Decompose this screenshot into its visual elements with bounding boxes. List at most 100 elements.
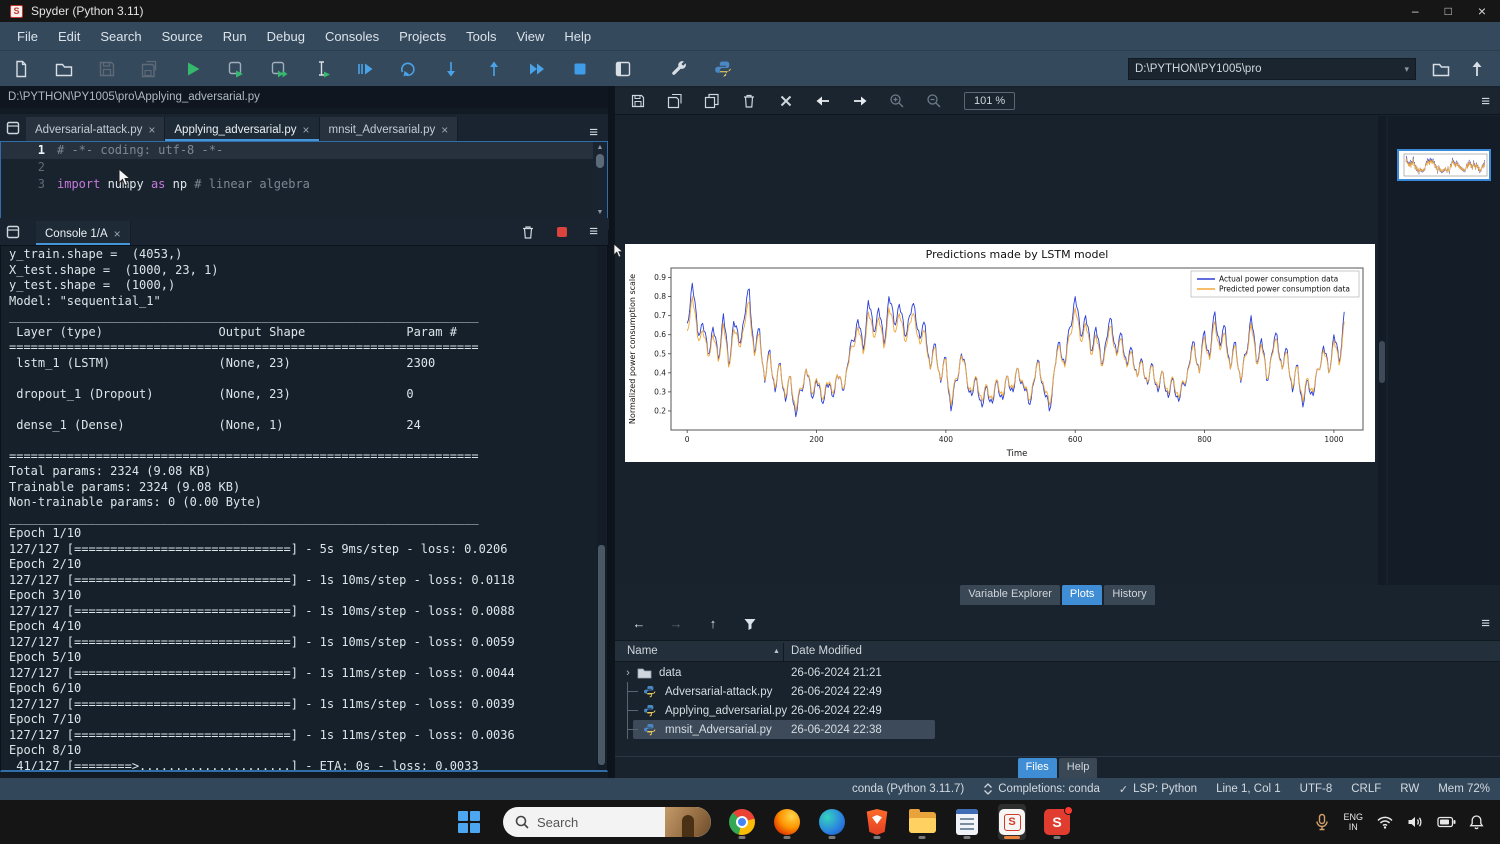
save-icon[interactable] (96, 58, 118, 80)
remove-all-plots-icon[interactable] (775, 91, 797, 111)
plot-thumbnail-selected[interactable] (1397, 149, 1491, 181)
menu-item-search[interactable]: Search (91, 25, 150, 48)
save-all-icon[interactable] (139, 58, 161, 80)
taskbar-app-red-s[interactable]: S (1043, 804, 1071, 840)
battery-icon[interactable] (1437, 816, 1456, 828)
menu-item-run[interactable]: Run (214, 25, 256, 48)
run-cell-icon[interactable] (225, 58, 247, 80)
expand-folder-icon[interactable]: › (621, 667, 635, 679)
files-back-icon[interactable]: ← (629, 614, 649, 634)
zoom-in-icon[interactable] (886, 91, 908, 111)
plots-scroll-thumb[interactable] (1379, 341, 1385, 383)
plots-scrollbar[interactable] (1378, 116, 1386, 585)
file-row-mnsit-adversarial-py[interactable]: mnsit_Adversarial.py26-06-2024 22:38 (615, 720, 1500, 739)
tab-files[interactable]: Files (1018, 758, 1057, 778)
tab-variable-explorer[interactable]: Variable Explorer (960, 585, 1060, 605)
tab-plots[interactable]: Plots (1062, 585, 1102, 605)
rerun-cell-icon[interactable] (354, 58, 376, 80)
console-vscroll-thumb[interactable] (598, 545, 605, 765)
taskbar-app-edge[interactable] (818, 804, 846, 840)
stop-debug-icon[interactable] (569, 58, 591, 80)
file-row-adversarial-attack-py[interactable]: Adversarial-attack.py26-06-2024 22:49 (615, 682, 1500, 701)
menu-item-source[interactable]: Source (153, 25, 212, 48)
close-console-icon[interactable]: × (114, 227, 121, 241)
taskbar-app-brave[interactable] (863, 804, 891, 840)
sort-ascending-icon[interactable]: ▲ (773, 648, 780, 655)
close-tab-icon[interactable]: × (441, 123, 448, 137)
close-tab-icon[interactable]: × (303, 123, 310, 137)
editor-line-2[interactable]: 2 (1, 159, 593, 176)
language-indicator[interactable]: ENG IN (1343, 812, 1363, 832)
files-column-date-modified[interactable]: Date Modified (791, 645, 862, 657)
step-out-icon[interactable] (483, 58, 505, 80)
browse-consoles-icon[interactable] (0, 218, 26, 245)
editor-tab-mnsit-adversarial-py[interactable]: mnsit_Adversarial.py× (320, 117, 459, 141)
minimize-button[interactable]: – (1412, 4, 1419, 18)
editor-tab-applying-adversarial-py[interactable]: Applying_adversarial.py× (165, 117, 319, 141)
menu-item-file[interactable]: File (8, 25, 47, 48)
remove-variables-icon[interactable] (521, 224, 535, 240)
editor-line-3[interactable]: 3import numpy as np # linear algebra (1, 176, 593, 193)
tab-history[interactable]: History (1104, 585, 1154, 605)
close-button[interactable]: × (1478, 3, 1486, 19)
browse-tabs-icon[interactable] (0, 114, 26, 141)
console-tab[interactable]: Console 1/A × (36, 221, 131, 245)
file-row-data[interactable]: ›data26-06-2024 21:21 (615, 663, 1500, 682)
editor-line-1[interactable]: 1# -*- coding: utf-8 -*- (1, 142, 593, 159)
previous-plot-icon[interactable] (812, 91, 834, 111)
menu-item-tools[interactable]: Tools (457, 25, 505, 48)
interrupt-kernel-icon[interactable] (557, 227, 567, 237)
files-options-menu-icon[interactable]: ≡ (1471, 615, 1500, 632)
menu-item-view[interactable]: View (507, 25, 553, 48)
editor-vertical-scrollbar[interactable]: ▲ ▼ (593, 142, 607, 218)
taskbar-app-file-explorer[interactable] (908, 804, 936, 840)
search-highlight-image[interactable] (665, 807, 711, 837)
new-file-icon[interactable] (10, 58, 32, 80)
windows-start-button[interactable] (452, 804, 486, 840)
taskbar-app-notepad[interactable] (953, 804, 981, 840)
menu-item-debug[interactable]: Debug (258, 25, 314, 48)
editor-tab-adversarial-attack-py[interactable]: Adversarial-attack.py× (26, 117, 165, 141)
parent-directory-icon[interactable] (1466, 58, 1488, 80)
wifi-icon[interactable] (1376, 815, 1394, 829)
notifications-bell-icon[interactable] (1469, 814, 1484, 830)
file-row-applying-adversarial-py[interactable]: Applying_adversarial.py26-06-2024 22:49 (615, 701, 1500, 720)
python-path-icon[interactable] (712, 58, 734, 80)
menu-item-consoles[interactable]: Consoles (316, 25, 388, 48)
browse-directory-icon[interactable] (1430, 58, 1452, 80)
editor-vscroll-thumb[interactable] (596, 154, 604, 168)
console-options-menu-icon[interactable]: ≡ (589, 223, 598, 240)
tab-help[interactable]: Help (1059, 758, 1098, 778)
console-vertical-scrollbar[interactable] (597, 246, 606, 770)
debug-step-over-icon[interactable] (397, 58, 419, 80)
plots-options-menu-icon[interactable]: ≡ (1471, 93, 1500, 110)
remove-plot-icon[interactable] (738, 91, 760, 111)
scroll-up-icon[interactable]: ▲ (597, 144, 604, 151)
debug-continue-icon[interactable] (526, 58, 548, 80)
completions-status[interactable]: Completions: conda (983, 783, 1100, 795)
copy-plot-icon[interactable] (701, 91, 723, 111)
files-filter-icon[interactable] (740, 614, 760, 634)
run-selection-icon[interactable] (311, 58, 333, 80)
preferences-wrench-icon[interactable] (669, 58, 691, 80)
taskbar-search-box[interactable]: Search (503, 807, 711, 837)
save-plot-icon[interactable] (627, 91, 649, 111)
lsp-status[interactable]: ✓ LSP: Python (1119, 783, 1197, 796)
menu-item-projects[interactable]: Projects (390, 25, 455, 48)
files-column-name[interactable]: Name (627, 645, 658, 657)
editor-options-menu-icon[interactable]: ≡ (579, 124, 608, 141)
working-directory-input[interactable]: D:\PYTHON\PY1005\pro ▾ (1128, 58, 1416, 80)
interpreter-status[interactable]: conda (Python 3.11.7) (852, 783, 964, 795)
maximize-button[interactable]: □ (1445, 4, 1452, 18)
menu-item-help[interactable]: Help (555, 25, 600, 48)
open-file-icon[interactable] (53, 58, 75, 80)
console-output[interactable]: y_train.shape = (4053,)X_test.shape = (1… (0, 245, 608, 772)
microphone-icon[interactable] (1314, 813, 1330, 831)
maximize-pane-icon[interactable] (612, 58, 634, 80)
step-into-icon[interactable] (440, 58, 462, 80)
menu-item-edit[interactable]: Edit (49, 25, 89, 48)
files-parent-icon[interactable]: ↑ (703, 614, 723, 634)
run-cell-advance-icon[interactable] (268, 58, 290, 80)
files-forward-icon[interactable]: → (666, 614, 686, 634)
zoom-out-icon[interactable] (923, 91, 945, 111)
